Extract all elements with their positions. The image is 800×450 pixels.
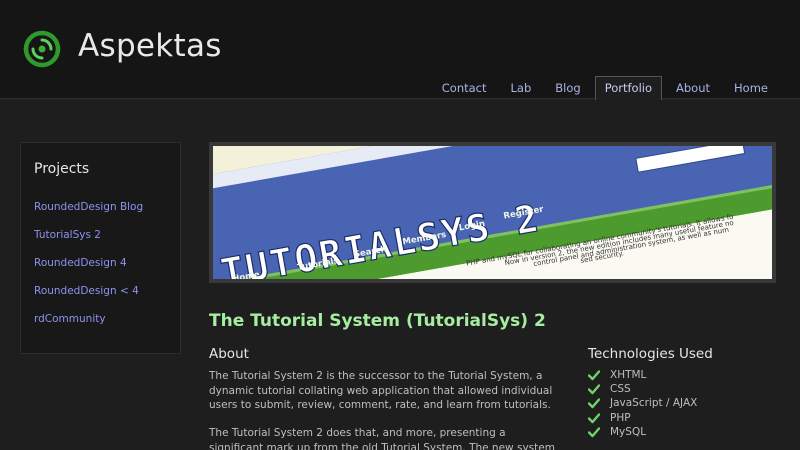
- about-paragraph-2: The Tutorial System 2 does that, and mor…: [209, 427, 555, 450]
- list-item: PHP: [588, 411, 697, 425]
- technology-label: CSS: [610, 383, 631, 396]
- about-paragraph-1: The Tutorial System 2 is the successor t…: [209, 370, 553, 411]
- about-heading: About: [209, 346, 249, 362]
- technology-label: MySQL: [610, 425, 647, 438]
- technology-label: XHTML: [610, 369, 647, 382]
- project-screenshot: TUTORIALSYS 2 Home Tutorials Search Memb…: [209, 142, 776, 283]
- nav-contact[interactable]: Contact: [432, 76, 497, 99]
- sidebar-item-rdcommunity[interactable]: rdCommunity: [34, 313, 106, 325]
- nav-blog[interactable]: Blog: [545, 76, 590, 99]
- technology-label: JavaScript / AJAX: [610, 397, 698, 410]
- screenshot-art: TUTORIALSYS 2 Home Tutorials Search Memb…: [213, 146, 772, 279]
- site-name[interactable]: Aspektas: [78, 28, 222, 64]
- site-header: Aspektas Contact Lab Blog Portfolio Abou…: [0, 0, 800, 100]
- list-item: MySQL: [588, 425, 697, 439]
- list-item: CSS: [588, 382, 697, 396]
- technologies-list: XHTML CSS JavaScript / AJAX PHP MySQL: [588, 368, 697, 439]
- sidebar-item-roundeddesign-4[interactable]: RoundedDesign 4: [34, 257, 127, 269]
- swirl-logo-icon[interactable]: [20, 27, 64, 71]
- technologies-heading: Technologies Used: [588, 346, 713, 362]
- screenshot-image: TUTORIALSYS 2 Home Tutorials Search Memb…: [213, 146, 772, 279]
- nav-portfolio[interactable]: Portfolio: [594, 76, 663, 100]
- project-title: The Tutorial System (TutorialSys) 2: [209, 311, 546, 331]
- checkmark-icon: [588, 384, 600, 395]
- nav-about[interactable]: About: [666, 76, 720, 99]
- checkmark-icon: [588, 370, 600, 381]
- sidebar-item-tutorialsys-2[interactable]: TutorialSys 2: [34, 229, 101, 241]
- nav-home[interactable]: Home: [724, 76, 778, 99]
- sidebar-title: Projects: [34, 161, 90, 177]
- list-item: JavaScript / AJAX: [588, 396, 697, 410]
- checkmark-icon: [588, 427, 600, 438]
- checkmark-icon: [588, 412, 600, 423]
- sidebar-item-roundeddesign-blog[interactable]: RoundedDesign Blog: [34, 201, 143, 213]
- technology-label: PHP: [610, 411, 631, 424]
- nav-lab[interactable]: Lab: [501, 76, 542, 99]
- projects-sidebar: Projects RoundedDesign Blog TutorialSys …: [20, 142, 181, 354]
- checkmark-icon: [588, 398, 600, 409]
- list-item: XHTML: [588, 368, 697, 382]
- main-nav: Contact Lab Blog Portfolio About Home: [428, 76, 778, 100]
- sidebar-item-roundeddesign-lt-4[interactable]: RoundedDesign < 4: [34, 285, 139, 297]
